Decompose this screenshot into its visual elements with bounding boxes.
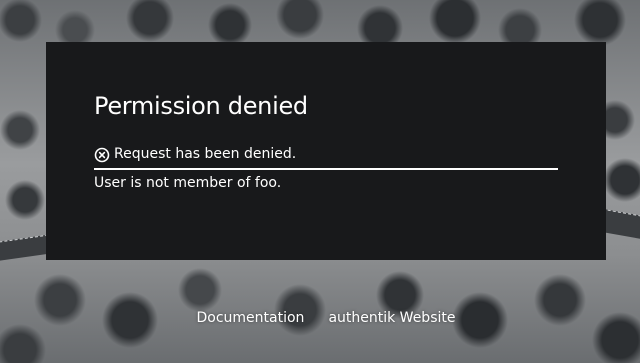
error-detail: User is not member of foo. — [94, 175, 282, 191]
error-message-text: Request has been denied. — [114, 146, 297, 162]
documentation-link[interactable]: Documentation — [197, 310, 305, 326]
error-message: Request has been denied. — [94, 146, 558, 170]
page-title: Permission denied — [94, 92, 308, 120]
circle-x-icon — [94, 147, 110, 163]
page: Permission denied Request has been denie… — [0, 0, 640, 363]
website-link[interactable]: authentik Website — [328, 310, 455, 326]
footer-links: Documentation authentik Website — [0, 310, 640, 326]
error-card: Permission denied Request has been denie… — [46, 42, 606, 260]
